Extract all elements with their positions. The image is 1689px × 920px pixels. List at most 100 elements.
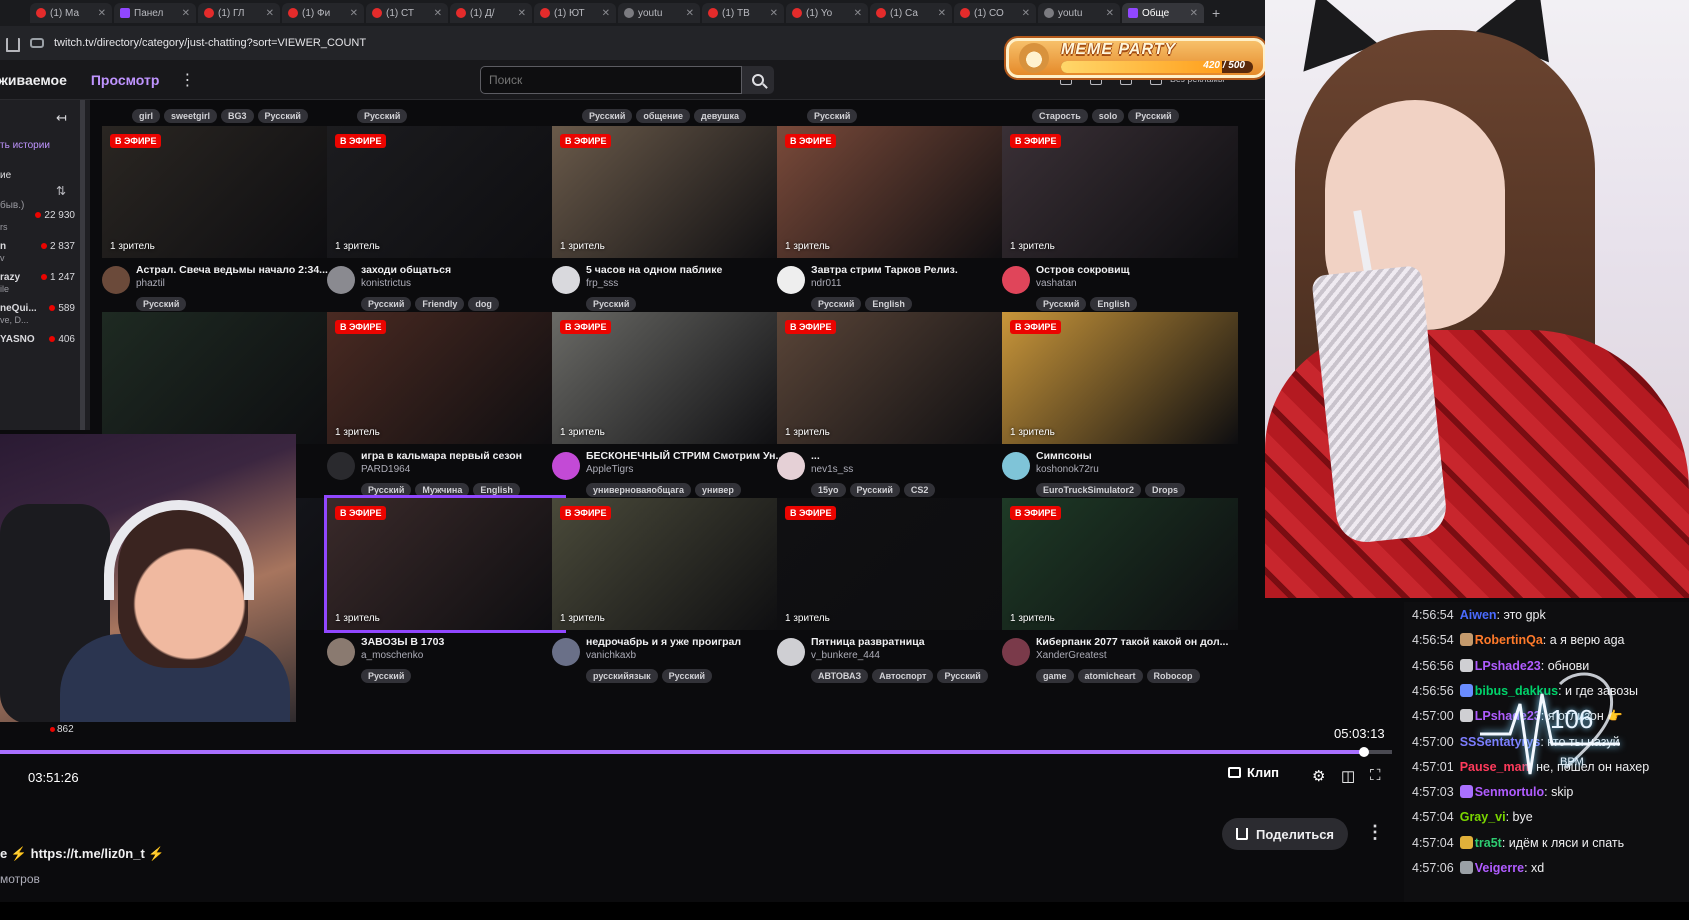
channel-name[interactable]: nev1s_ss — [811, 464, 853, 475]
more-options-button[interactable]: ⋮ — [1366, 822, 1384, 843]
tag-chip[interactable]: Drops — [1145, 483, 1186, 497]
sidebar-scrollbar[interactable] — [80, 100, 85, 430]
tag-chip[interactable]: Мужчина — [415, 483, 470, 497]
search-input[interactable] — [480, 66, 742, 94]
tag-chip[interactable]: Русский — [937, 669, 988, 683]
browser-tab[interactable]: youtu ✕ — [1038, 3, 1120, 23]
tag-chip[interactable]: CS2 — [903, 483, 936, 497]
stream-title[interactable]: Астрал. Свеча ведьмы начало 2:34... — [136, 264, 336, 276]
new-tab-button[interactable]: + — [1212, 5, 1220, 21]
tag-chip[interactable]: Robocop — [1146, 669, 1200, 683]
sidebar-channel[interactable]: rs 22 930 — [0, 210, 75, 234]
site-info-icon[interactable] — [30, 38, 44, 48]
stream-card[interactable]: В ЭФИРЕ 1 зритель ЗАВОЗЫ В 1703 a_moschenko… — [324, 495, 566, 684]
tag-chip[interactable]: универ — [695, 483, 741, 497]
avatar[interactable] — [327, 452, 355, 480]
tag-chip[interactable]: English — [473, 483, 520, 497]
close-tab-icon[interactable]: ✕ — [1022, 8, 1030, 19]
avatar[interactable] — [552, 266, 580, 294]
tag-chip[interactable]: Автоспорт — [872, 669, 934, 683]
stream-title[interactable]: игра в кальмара первый сезон — [361, 450, 561, 462]
browser-tab[interactable]: youtu ✕ — [618, 3, 700, 23]
stream-card[interactable]: В ЭФИРЕ 1 зритель Пятница развратница v_bun… — [777, 498, 1013, 684]
chat-username[interactable]: Gray_vi — [1460, 810, 1506, 824]
avatar[interactable] — [1002, 452, 1030, 480]
tag-chip[interactable]: общение — [636, 109, 691, 123]
sidebar-channel[interactable]: nv 2 837 — [0, 241, 75, 265]
search-button[interactable] — [742, 66, 774, 94]
sort-icon[interactable]: ⇅ — [56, 184, 66, 198]
channel-name[interactable]: AppleTigrs — [586, 464, 633, 475]
chat-username[interactable]: Veigerre — [1475, 861, 1524, 875]
sidebar-channel[interactable]: razy ile 1 247 — [0, 272, 75, 296]
chat-username[interactable]: Aiwen — [1460, 608, 1497, 622]
video-progress-bar[interactable] — [0, 747, 1392, 757]
nav-following[interactable]: живаемое — [0, 72, 67, 88]
close-tab-icon[interactable]: ✕ — [434, 8, 442, 19]
tag-chip[interactable]: Русский — [661, 669, 713, 683]
channel-name[interactable]: phaztil — [136, 278, 165, 289]
close-tab-icon[interactable]: ✕ — [1106, 8, 1114, 19]
seek-handle[interactable] — [1359, 747, 1370, 757]
stream-thumbnail[interactable]: В ЭФИРЕ 1 зритель — [327, 126, 563, 258]
avatar[interactable] — [327, 638, 355, 666]
tag-chip[interactable]: English — [1090, 297, 1137, 311]
browser-tab[interactable]: (1) Ма ✕ — [30, 3, 112, 23]
tag-chip[interactable]: girl — [132, 109, 161, 123]
stream-thumbnail[interactable]: В ЭФИРЕ 1 зритель — [777, 312, 1013, 444]
close-tab-icon[interactable]: ✕ — [602, 8, 610, 19]
tag-chip[interactable]: Русский — [257, 109, 308, 123]
collapse-sidebar-icon[interactable]: ↤ — [56, 110, 67, 126]
url-text[interactable]: twitch.tv/directory/category/just-chatti… — [54, 37, 366, 49]
browser-tab[interactable]: (1) Са ✕ — [870, 3, 952, 23]
avatar[interactable] — [1002, 638, 1030, 666]
home-icon[interactable] — [6, 38, 20, 52]
stream-title[interactable]: Симпсоны — [1036, 450, 1236, 462]
stream-title[interactable]: Пятница развратница — [811, 636, 1011, 648]
clip-button[interactable]: Клип — [1228, 765, 1279, 780]
avatar[interactable] — [1002, 266, 1030, 294]
channel-name[interactable]: XanderGreatest — [1036, 650, 1107, 661]
stream-card[interactable]: В ЭФИРЕ 1 зритель Астрал. Свеча ведьмы нач… — [102, 126, 338, 312]
close-tab-icon[interactable]: ✕ — [98, 8, 106, 19]
fullscreen-icon[interactable]: ⛶ — [1370, 767, 1381, 784]
browser-tab[interactable]: Панел ✕ — [114, 3, 196, 23]
chat-username[interactable]: RobertinQa — [1475, 633, 1543, 647]
stream-thumbnail[interactable]: В ЭФИРЕ 1 зритель — [1002, 312, 1238, 444]
stream-title[interactable]: заходи общаться — [361, 264, 561, 276]
sidebar-history-link[interactable]: ть истории — [0, 140, 50, 151]
channel-name[interactable]: vashatan — [1036, 278, 1077, 289]
close-tab-icon[interactable]: ✕ — [182, 8, 190, 19]
close-tab-icon[interactable]: ✕ — [1190, 8, 1198, 19]
channel-name[interactable]: a_moschenko — [361, 650, 423, 661]
close-tab-icon[interactable]: ✕ — [266, 8, 274, 19]
channel-name[interactable]: ndr011 — [811, 278, 841, 289]
tag-chip[interactable]: Русский — [357, 109, 408, 123]
avatar[interactable] — [777, 452, 805, 480]
theatre-mode-icon[interactable]: ◫ — [1341, 767, 1355, 785]
avatar[interactable] — [327, 266, 355, 294]
stream-card[interactable]: В ЭФИРЕ 1 зритель Киберпанк 2077 такой как… — [1002, 498, 1238, 684]
stream-title[interactable]: БЕСКОНЕЧНЫЙ СТРИМ Смотрим Ун... — [586, 450, 786, 462]
tag-chip[interactable]: русскийязык — [586, 669, 658, 683]
tag-chip[interactable]: Русский — [1036, 297, 1087, 311]
tag-chip[interactable]: АВТОВАЗ — [811, 669, 869, 683]
browser-tab[interactable]: (1) СТ ✕ — [366, 3, 448, 23]
stream-thumbnail[interactable]: В ЭФИРЕ 1 зритель — [552, 126, 788, 258]
settings-icon[interactable]: ⚙ — [1312, 767, 1325, 785]
tag-chip[interactable]: solo — [1091, 109, 1125, 123]
tag-chip[interactable]: Русский — [361, 669, 412, 683]
channel-name[interactable]: PARD1964 — [361, 464, 410, 475]
tag-chip[interactable]: Русский — [136, 297, 187, 311]
channel-name[interactable]: koshonok72ru — [1036, 464, 1099, 475]
channel-name[interactable]: v_bunkere_444 — [811, 650, 880, 661]
avatar[interactable] — [777, 266, 805, 294]
stream-thumbnail[interactable]: В ЭФИРЕ 1 зритель — [102, 126, 338, 258]
close-tab-icon[interactable]: ✕ — [518, 8, 526, 19]
stream-title[interactable]: ... — [811, 450, 1011, 462]
tag-chip[interactable]: Русский — [807, 109, 858, 123]
tag-chip[interactable]: Старость — [1032, 109, 1088, 123]
telegram-link[interactable]: https://t.me/liz0n_t — [31, 846, 145, 861]
close-tab-icon[interactable]: ✕ — [350, 8, 358, 19]
browser-tab[interactable]: (1) Д/ ✕ — [450, 3, 532, 23]
